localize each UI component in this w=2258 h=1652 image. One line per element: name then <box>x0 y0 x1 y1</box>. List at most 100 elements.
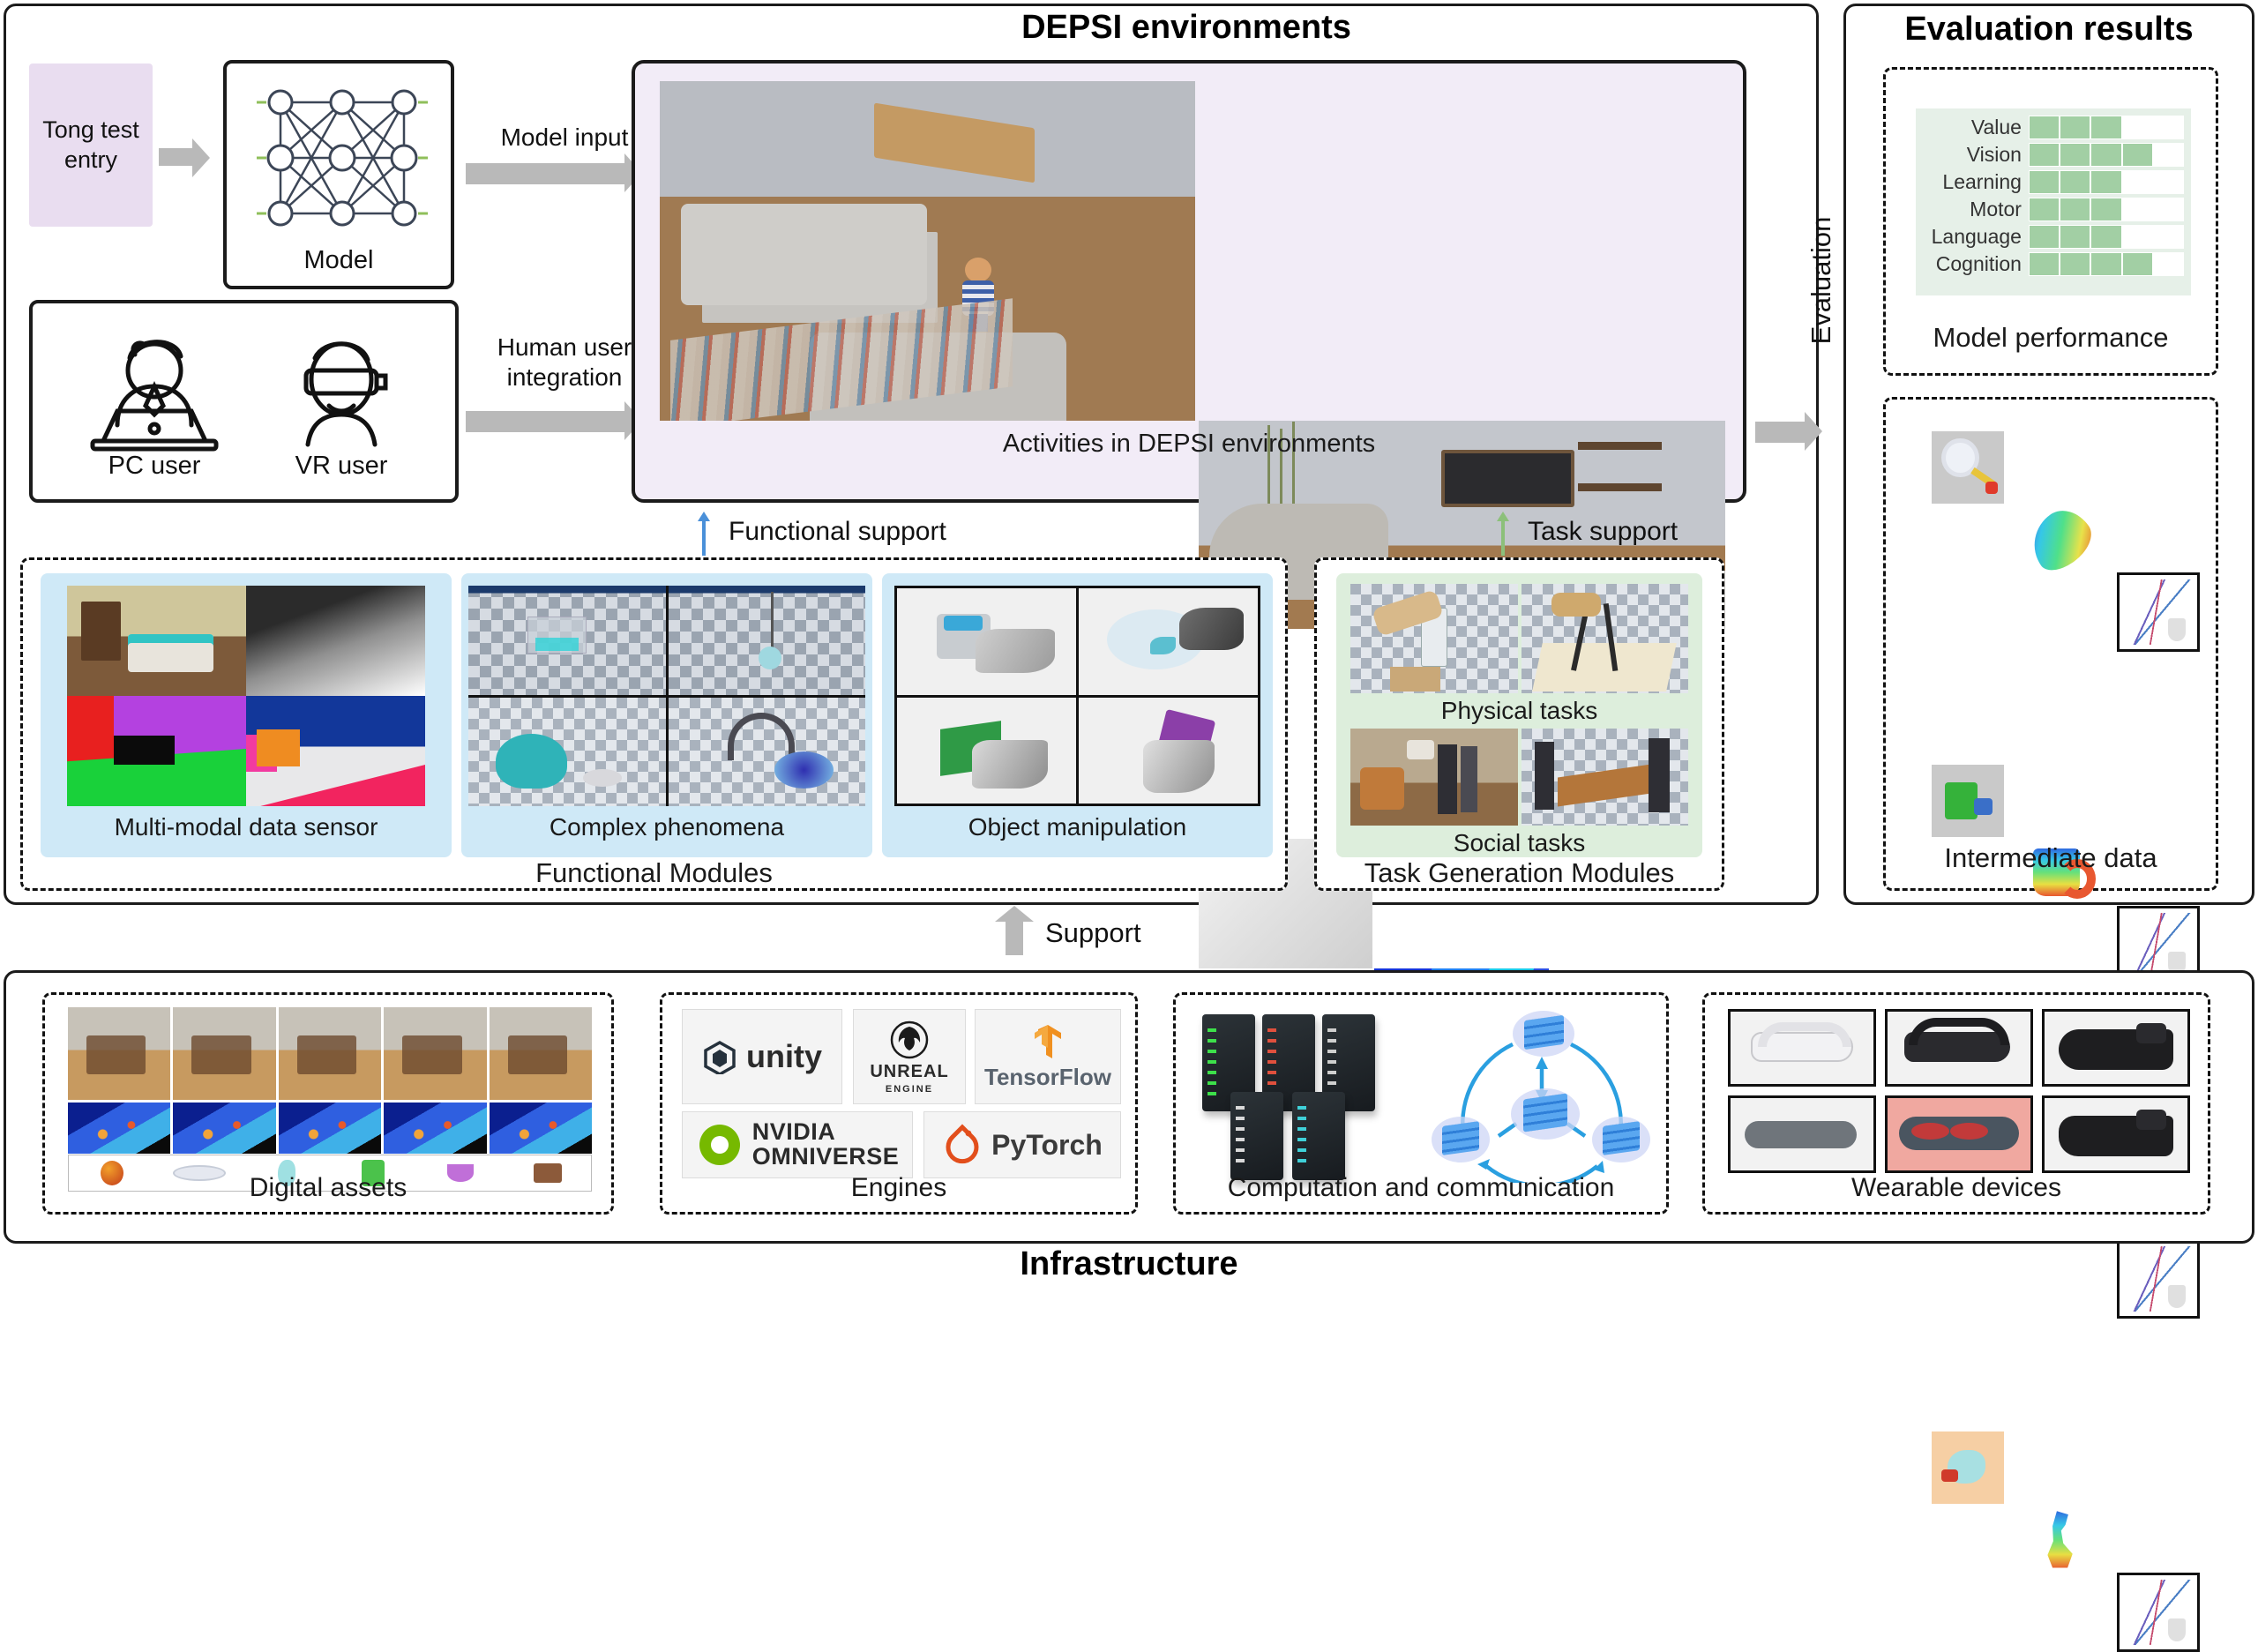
engine-label-1: UNREAL <box>870 1061 949 1081</box>
tong-test-entry-label: Tong test entry <box>42 116 139 173</box>
task-social-table <box>1521 729 1688 826</box>
infrastructure-card-label-1: Engines <box>850 1173 947 1202</box>
asset-heatmap-thumb <box>68 1103 171 1154</box>
engine-tile-nvidia-omniverse[interactable]: NVIDIA OMNIVERSE <box>682 1111 913 1178</box>
wearable-ar-headset-grey <box>1728 1095 1876 1173</box>
model-performance-chart: Value Vision Learning Motor Language Cog… <box>1916 108 2191 295</box>
eval-row: Cognition <box>1923 250 2184 278</box>
manipulation-pour-cup <box>897 588 1076 695</box>
eval-cell <box>2090 198 2122 221</box>
server-rack <box>1230 1092 1283 1180</box>
infrastructure-card-label-2: Computation and communication <box>1227 1173 1615 1202</box>
pc-user-icon <box>66 319 243 452</box>
model-performance-label: Model performance <box>1933 322 2169 353</box>
unreal-icon <box>890 1020 929 1058</box>
eval-cell <box>2060 252 2091 276</box>
server-rack <box>1292 1092 1345 1180</box>
functional-card-multi-modal-data-sensor: Multi-modal data sensor <box>41 573 452 857</box>
eval-cell <box>2121 225 2153 249</box>
eval-cell <box>2028 116 2060 139</box>
asset-heatmap-thumb <box>489 1103 592 1154</box>
manipulation-wipe-plate <box>1079 588 1258 695</box>
asset-heatmap-thumb <box>384 1103 487 1154</box>
phenomena-fluid-view <box>468 586 666 695</box>
evaluation-arrow <box>1755 412 1822 451</box>
depsi-title: DEPSI environments <box>1021 9 1351 46</box>
eval-cell <box>2152 170 2184 194</box>
eval-cell <box>2121 198 2153 221</box>
eval-cell <box>2028 225 2060 249</box>
eval-cell <box>2028 198 2060 221</box>
intermediate-thumb-mug <box>1932 765 2004 837</box>
neural-network-icon <box>251 83 433 233</box>
task-cards-wrap: Physical tasks Social tasks <box>1336 573 1702 857</box>
asset-heatmap-thumb <box>278 1103 382 1154</box>
eval-row: Language <box>1923 223 2184 250</box>
asset-room-thumb <box>489 1007 592 1100</box>
intermediate-heatmap-racket <box>2020 504 2101 576</box>
eval-cell <box>2060 143 2091 167</box>
eval-cell <box>2152 252 2184 276</box>
eval-cell <box>2028 252 2060 276</box>
model-label: Model <box>303 246 374 274</box>
eval-cell <box>2121 143 2153 167</box>
engine-label-4: PyTorch <box>991 1128 1103 1161</box>
cloud-node <box>1513 1011 1574 1057</box>
eval-row-label: Learning <box>1942 170 2022 193</box>
users-box: PC user VR user <box>29 300 459 503</box>
avatar-child <box>960 258 997 333</box>
wearable-vr-headset-black <box>1885 1009 2033 1087</box>
infrastructure-card-digital-assets: Digital assets <box>42 992 614 1215</box>
intermediate-heatmap-duck <box>2020 1504 2101 1576</box>
intermediate-thumb-duck <box>1932 1431 2004 1504</box>
eval-cell <box>2028 143 2060 167</box>
eval-cell <box>2090 225 2122 249</box>
eval-cell <box>2090 116 2122 139</box>
eval-row-label: Value <box>1970 116 2022 138</box>
support-label: Support <box>1045 917 1141 948</box>
infrastructure-card-label-0: Digital assets <box>249 1173 407 1202</box>
sensor-semantic-view <box>67 696 246 806</box>
eval-cell <box>2090 170 2122 194</box>
engine-tile-tensorflow[interactable]: TensorFlow <box>975 1009 1121 1104</box>
eval-cell <box>2060 198 2091 221</box>
pc-user-label: PC user <box>108 452 201 480</box>
wearable-ar-goggles <box>1885 1095 2033 1173</box>
evaluation-arrow-label: Evaluation <box>1806 216 1836 345</box>
eval-cell <box>2152 198 2184 221</box>
sensor-rgb-view <box>67 586 246 696</box>
asset-room-thumb <box>173 1007 276 1100</box>
infrastructure-card-computation: Computation and communication <box>1173 992 1669 1215</box>
manipulation-grasp-bottle <box>1079 697 1258 804</box>
task-generation-group-label: Task Generation Modules <box>1364 857 1675 888</box>
cloud-node <box>1511 1088 1580 1140</box>
functional-card-label-0: Multi-modal data sensor <box>114 813 378 841</box>
depsi-caption: Activities in DEPSI environments <box>1002 430 1376 458</box>
eval-cell <box>2090 252 2122 276</box>
eval-cell <box>2060 225 2091 249</box>
task-physical-tools <box>1521 584 1688 693</box>
eval-cell <box>2121 170 2153 194</box>
phenomena-magnet-view <box>668 697 865 806</box>
eval-row: Learning <box>1923 168 2184 196</box>
functional-card-label-1: Complex phenomena <box>549 813 785 841</box>
engine-tile-pytorch[interactable]: PyTorch <box>923 1111 1121 1178</box>
cloud-node <box>1432 1117 1490 1162</box>
functional-card-complex-phenomena: Complex phenomena <box>461 573 872 857</box>
engine-label-3: NVIDIA <box>751 1118 836 1146</box>
engine-tile-unity[interactable]: unity <box>682 1009 842 1104</box>
intermediate-data-label: Intermediate data <box>1944 842 2157 873</box>
model-performance-card: Value Vision Learning Motor Language Cog… <box>1883 67 2218 376</box>
wearable-vr-headset-white <box>1728 1009 1876 1087</box>
eval-row-label: Cognition <box>1935 252 2022 275</box>
engine-tile-unreal[interactable]: UNREAL ENGINE <box>853 1009 966 1104</box>
engine-label-2: TensorFlow <box>984 1063 1111 1090</box>
task-physical-bottle <box>1350 584 1518 693</box>
cloud-node <box>1592 1117 1650 1162</box>
evaluation-results-title: Evaluation results <box>1904 11 2194 48</box>
intermediate-thumb-racket <box>1932 431 2004 504</box>
task-support-label: Task support <box>1528 517 1679 546</box>
pytorch-icon <box>946 1124 979 1164</box>
eval-row-label: Motor <box>1970 198 2022 221</box>
tong-test-entry-box: Tong test entry <box>29 64 153 227</box>
